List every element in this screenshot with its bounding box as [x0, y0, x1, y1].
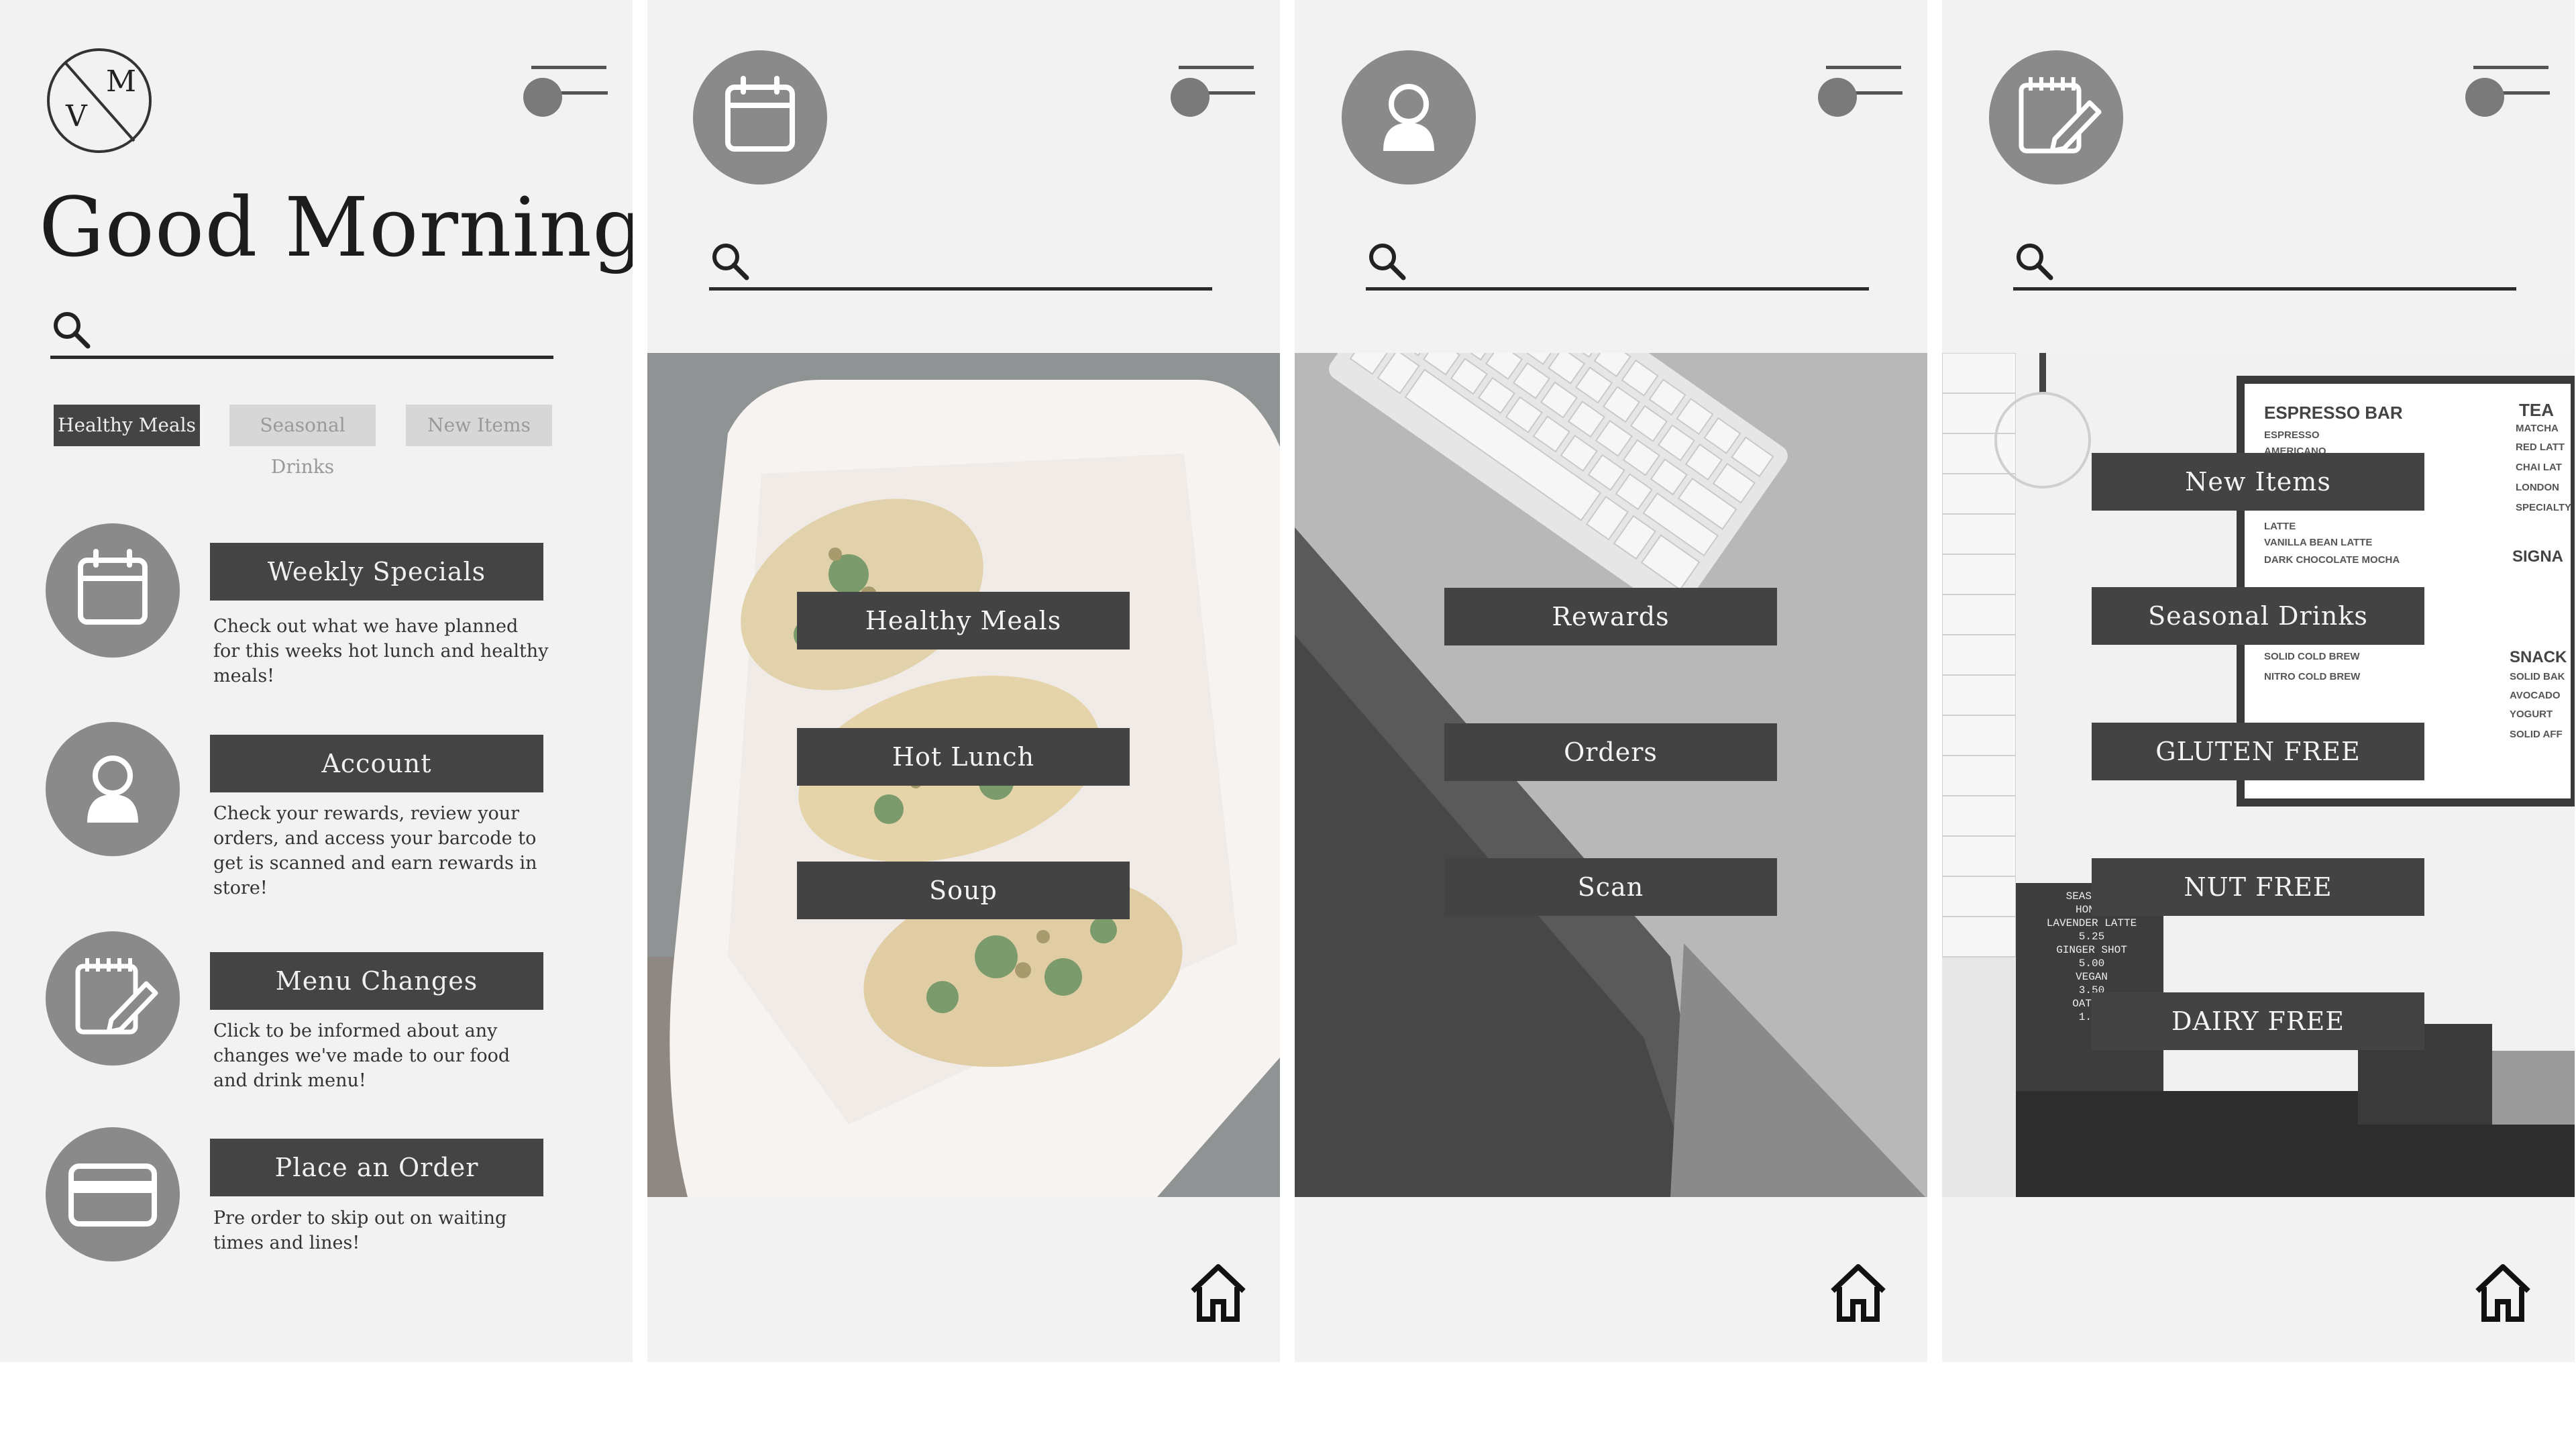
board-item: SPECIALTY: [2516, 502, 2572, 513]
board-item: NITRO COLD BREW: [2264, 671, 2361, 682]
toggle-line: [1205, 91, 1255, 95]
letterboard-line: VEGAN: [2075, 971, 2108, 983]
search-input[interactable]: [2013, 240, 2516, 291]
user-icon[interactable]: [46, 722, 180, 856]
svg-text:V: V: [65, 99, 88, 134]
board-item: MATCHA: [2516, 423, 2559, 434]
credit-card-icon[interactable]: [46, 1127, 180, 1261]
rewards-button[interactable]: Rewards: [1444, 588, 1777, 645]
board-item: VANILLA BEAN LATTE: [2264, 537, 2373, 548]
scan-button[interactable]: Scan: [1444, 858, 1777, 916]
notepad-edit-icon: [1989, 50, 2123, 185]
hot-lunch-button[interactable]: Hot Lunch: [797, 728, 1130, 786]
menu-toggle-button[interactable]: [1171, 66, 1255, 119]
home-icon[interactable]: [1827, 1261, 1889, 1323]
mv-logo: M V: [47, 48, 152, 153]
toggle-knob: [1818, 78, 1857, 117]
nut-free-button[interactable]: NUT FREE: [2092, 858, 2424, 916]
menu-screen: ESPRESSO BAR ESPRESSO AMERICANO LATTE VA…: [1942, 0, 2575, 1362]
board-item: CHAI LAT: [2516, 462, 2562, 473]
account-screen: Rewards Orders Scan: [1295, 0, 1927, 1362]
toggle-knob: [1171, 78, 1210, 117]
account-description: Check your rewards, review your orders, …: [213, 803, 537, 898]
board-espresso-header: ESPRESSO BAR: [2264, 403, 2403, 423]
calendar-icon: [693, 50, 827, 185]
gluten-free-button[interactable]: GLUTEN FREE: [2092, 723, 2424, 780]
toggle-line: [1179, 66, 1254, 69]
meals-screen: Healthy Meals Hot Lunch Soup: [647, 0, 1280, 1362]
toggle-line: [2473, 66, 2548, 69]
toggle-line: [2500, 91, 2550, 95]
search-input[interactable]: [50, 309, 553, 359]
home-icon[interactable]: [1187, 1261, 1249, 1323]
toggle-line: [1826, 66, 1901, 69]
board-item: LONDON: [2516, 482, 2559, 493]
place-order-description: Pre order to skip out on waiting times a…: [213, 1208, 507, 1253]
new-items-button[interactable]: New Items: [2092, 453, 2424, 511]
orders-button[interactable]: Orders: [1444, 723, 1777, 781]
menu-changes-button[interactable]: Menu Changes: [210, 952, 543, 1010]
home-screen: M V Good Morning Healthy Meals Seasonal …: [0, 0, 633, 1362]
chip-seasonal-drinks[interactable]: Seasonal Drinks: [229, 405, 376, 478]
greeting-title: Good Morning: [39, 180, 633, 275]
board-item: AVOCADO: [2510, 690, 2561, 701]
weekly-specials-description: Check out what we have planned for this …: [213, 616, 549, 686]
toggle-knob: [523, 78, 562, 117]
search-icon: [1369, 244, 1406, 280]
letterboard-line: GINGER SHOT: [2056, 944, 2127, 956]
dairy-free-button[interactable]: DAIRY FREE: [2092, 992, 2424, 1050]
toggle-knob: [2465, 78, 2504, 117]
menu-toggle-button[interactable]: [1818, 66, 1902, 119]
weekly-specials-button[interactable]: Weekly Specials: [210, 543, 543, 601]
chip-new-items[interactable]: New Items: [406, 405, 552, 446]
account-button[interactable]: Account: [210, 735, 543, 792]
board-item: SOLID COLD BREW: [2264, 651, 2360, 662]
board-tea-header: TEA: [2519, 400, 2554, 420]
svg-text:M: M: [106, 64, 136, 99]
board-signature-header: SIGNA: [2512, 548, 2564, 566]
toggle-line: [531, 66, 606, 69]
board-item: DARK CHOCOLATE MOCHA: [2264, 554, 2400, 566]
seasonal-drinks-button[interactable]: Seasonal Drinks: [2092, 587, 2424, 645]
menu-changes-description: Click to be informed about any changes w…: [213, 1021, 511, 1091]
user-icon: [1342, 50, 1476, 185]
menu-toggle-button[interactable]: [523, 66, 608, 119]
search-icon: [712, 244, 749, 280]
search-input[interactable]: [1366, 240, 1869, 291]
board-item: ESPRESSO: [2264, 429, 2320, 441]
board-item: RED LATT: [2516, 442, 2565, 453]
board-item: SOLID AFF: [2510, 729, 2563, 740]
board-snack-header: SNACK: [2510, 648, 2567, 666]
letterboard-line: 5.00: [2078, 957, 2105, 970]
board-item: SOLID BAK: [2510, 671, 2565, 682]
letterboard-line: LAVENDER LATTE: [2046, 917, 2137, 929]
chip-healthy-meals[interactable]: Healthy Meals: [54, 405, 200, 446]
search-icon: [54, 312, 91, 349]
toggle-line: [1853, 91, 1902, 95]
board-item: YOGURT: [2510, 709, 2553, 720]
healthy-meals-button[interactable]: Healthy Meals: [797, 592, 1130, 650]
toggle-line: [558, 91, 608, 95]
letterboard-line: 5.25: [2078, 931, 2105, 943]
menu-toggle-button[interactable]: [2465, 66, 2550, 119]
home-icon[interactable]: [2472, 1261, 2534, 1323]
board-item: LATTE: [2264, 521, 2296, 532]
notepad-edit-icon[interactable]: [46, 931, 180, 1066]
search-input[interactable]: [709, 240, 1212, 291]
calendar-icon[interactable]: [46, 523, 180, 658]
place-order-button[interactable]: Place an Order: [210, 1139, 543, 1196]
soup-button[interactable]: Soup: [797, 862, 1130, 919]
search-icon: [2017, 244, 2053, 280]
